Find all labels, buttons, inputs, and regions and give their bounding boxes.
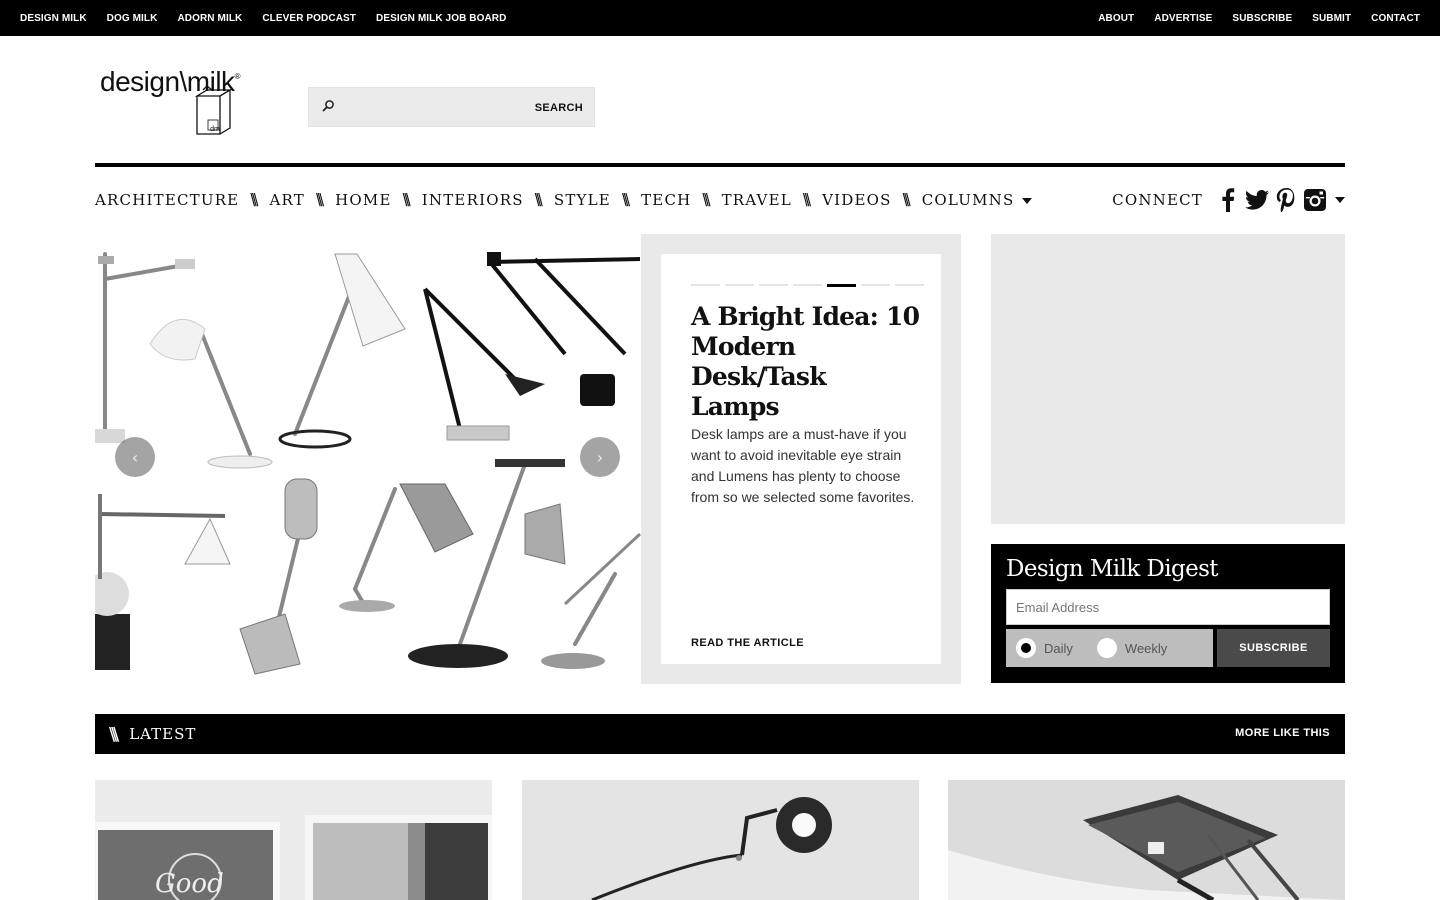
nav-separator: \\\ xyxy=(315,190,324,210)
slide-indicator[interactable] xyxy=(793,284,822,286)
twitter-icon[interactable] xyxy=(1245,188,1269,212)
nav-architecture[interactable]: ARCHITECTURE xyxy=(95,191,239,209)
wall-lamp-image xyxy=(522,780,919,900)
latest-thumbnail-3[interactable] xyxy=(948,780,1345,900)
nav-separator: \\\ xyxy=(534,190,543,210)
frequency-options: Daily Weekly xyxy=(1006,629,1213,667)
radio-checked-icon xyxy=(1016,638,1036,658)
slider-next-button[interactable]: › xyxy=(580,437,620,477)
latest-thumbnail-1[interactable]: Good xyxy=(95,780,492,900)
chevron-down-icon xyxy=(1022,198,1033,204)
search-icon xyxy=(322,100,334,112)
radio-daily-label: Daily xyxy=(1044,640,1073,656)
radio-weekly-label: Weekly xyxy=(1124,640,1168,656)
facebook-icon[interactable] xyxy=(1216,188,1240,212)
hero-card-frame: A Bright Idea: 10 Modern Desk/Task Lamps… xyxy=(641,234,961,684)
thumb-script-text: Good xyxy=(155,869,224,899)
hero-card: A Bright Idea: 10 Modern Desk/Task Lamps… xyxy=(661,254,941,664)
chevron-down-icon[interactable] xyxy=(1335,197,1345,203)
network-links: DESIGN MILK DOG MILK ADORN MILK CLEVER P… xyxy=(20,0,526,36)
nav-separator: \\\ xyxy=(402,190,411,210)
latest-thumbnail-2[interactable] xyxy=(522,780,919,900)
search-input[interactable] xyxy=(345,96,525,120)
slide-indicator[interactable] xyxy=(861,284,890,286)
slide-indicator[interactable] xyxy=(759,284,788,286)
framed-prints-image: Good xyxy=(95,780,492,900)
nav-separator: \\\ xyxy=(621,190,630,210)
read-article-link[interactable]: READ THE ARTICLE xyxy=(691,637,804,649)
milk-carton-icon: dm xyxy=(194,85,233,135)
email-field[interactable] xyxy=(1006,589,1330,625)
latest-title: \\\ LATEST xyxy=(109,714,196,754)
hero-title[interactable]: A Bright Idea: 10 Modern Desk/Task Lamps xyxy=(691,302,921,422)
link-about[interactable]: ABOUT xyxy=(1098,13,1134,24)
hero-description: Desk lamps are a must-have if you want t… xyxy=(691,426,915,505)
subscribe-button[interactable]: SUBSCRIBE xyxy=(1217,629,1330,667)
slide-indicator[interactable] xyxy=(895,284,924,286)
link-contact[interactable]: CONTACT xyxy=(1371,13,1420,24)
slide-indicator[interactable] xyxy=(725,284,754,286)
architecture-image xyxy=(948,780,1345,900)
newsletter-box: Design Milk Digest Daily Weekly SUBSCRIB… xyxy=(991,544,1345,683)
radio-unchecked-icon xyxy=(1096,638,1117,658)
lamps-collage-image xyxy=(95,252,641,675)
link-submit[interactable]: SUBMIT xyxy=(1312,13,1351,24)
nav-art[interactable]: ART xyxy=(270,191,305,209)
slider-prev-button[interactable]: ‹ xyxy=(115,437,155,477)
connect-menu: CONNECT xyxy=(1112,186,1345,214)
nav-style[interactable]: STYLE xyxy=(554,191,611,209)
connect-label: CONNECT xyxy=(1112,191,1203,209)
utility-links: ABOUT ADVERTISE SUBSCRIBE SUBMIT CONTACT xyxy=(1078,0,1420,36)
newsletter-title: Design Milk Digest xyxy=(1006,556,1219,582)
link-dog-milk[interactable]: DOG MILK xyxy=(107,13,158,24)
link-subscribe[interactable]: SUBSCRIBE xyxy=(1232,13,1292,24)
ad-placeholder xyxy=(991,234,1345,524)
link-design-milk[interactable]: DESIGN MILK xyxy=(20,13,87,24)
link-clever-podcast[interactable]: CLEVER PODCAST xyxy=(262,13,356,24)
nav-separator: \\\ xyxy=(250,190,258,210)
radio-daily[interactable]: Daily xyxy=(1016,638,1073,658)
slide-indicators xyxy=(691,284,929,287)
slashes-icon: \\\ xyxy=(109,723,119,745)
link-job-board[interactable]: DESIGN MILK JOB BOARD xyxy=(376,13,506,24)
latest-header: \\\ LATEST MORE LIKE THIS xyxy=(95,714,1345,754)
nav-videos[interactable]: VIDEOS xyxy=(822,191,892,209)
link-adorn-milk[interactable]: ADORN MILK xyxy=(177,13,242,24)
nav-travel[interactable]: TRAVEL xyxy=(722,191,792,209)
slide-indicator[interactable] xyxy=(827,284,856,287)
site-logo[interactable]: design\milk® dm xyxy=(100,64,270,140)
nav-separator: \\\ xyxy=(802,190,811,210)
hero-slide-image[interactable]: ‹ › xyxy=(95,234,641,684)
search-bar: SEARCH xyxy=(308,87,595,127)
nav-tech[interactable]: TECH xyxy=(641,191,691,209)
header-divider xyxy=(95,163,1345,167)
svg-text:dm: dm xyxy=(210,126,220,133)
instagram-icon[interactable] xyxy=(1303,188,1327,212)
slide-indicator[interactable] xyxy=(691,284,720,286)
nav-interiors[interactable]: INTERIORS xyxy=(422,191,524,209)
nav-columns[interactable]: COLUMNS xyxy=(922,191,1033,209)
latest-label: LATEST xyxy=(129,725,197,743)
link-advertise[interactable]: ADVERTISE xyxy=(1154,13,1212,24)
search-button[interactable]: SEARCH xyxy=(535,102,583,114)
top-bar: DESIGN MILK DOG MILK ADORN MILK CLEVER P… xyxy=(0,0,1440,36)
nav-separator: \\\ xyxy=(702,190,710,210)
more-like-this-link[interactable]: MORE LIKE THIS xyxy=(1235,727,1330,739)
nav-home[interactable]: HOME xyxy=(335,191,392,209)
chevron-right-icon: › xyxy=(596,447,604,467)
radio-weekly[interactable]: Weekly xyxy=(1096,638,1168,658)
category-nav: ARCHITECTURE \\\ ART \\\ HOME \\\ INTERI… xyxy=(95,186,1033,214)
nav-separator: \\\ xyxy=(902,190,911,210)
pinterest-icon[interactable] xyxy=(1274,188,1298,212)
chevron-left-icon: ‹ xyxy=(131,447,139,467)
